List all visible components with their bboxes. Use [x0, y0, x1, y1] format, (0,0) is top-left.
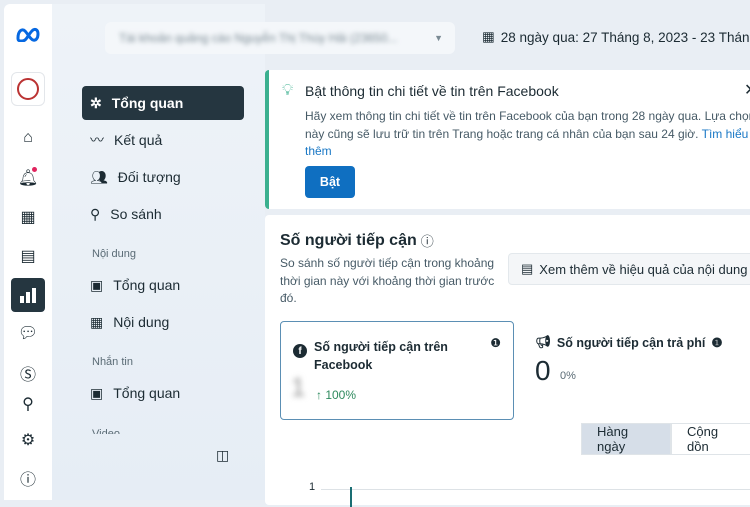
reach-card: Số người tiếp cận ⓘ So sánh số người tiếp…: [265, 215, 750, 507]
section-title: Nội dung: [92, 248, 137, 260]
calendar-icon: ▦: [482, 29, 495, 44]
table-icon[interactable]: ▦: [14, 203, 42, 231]
insights-chart-icon[interactable]: [11, 278, 45, 312]
paid-reach-metric: 📢︎ Số người tiếp cận trả phí ❶: [535, 335, 723, 350]
notifications-bell-icon[interactable]: 🔔︎: [14, 164, 42, 192]
content-overview-icon: ▣: [90, 276, 104, 293]
nav-label: Đối tượng: [117, 169, 181, 185]
nav-item-overview[interactable]: ✲ Tổng quan: [82, 86, 244, 120]
nav-item-content[interactable]: ▦ Nội dung: [82, 305, 244, 339]
content-icon[interactable]: ▤: [14, 242, 42, 270]
info-icon[interactable]: ⓘ: [421, 231, 434, 250]
enable-button[interactable]: Bật: [305, 166, 355, 198]
results-icon: 〰: [90, 132, 104, 148]
messages-icon[interactable]: 💬︎: [14, 319, 42, 347]
settings-gear-icon[interactable]: ⚙: [14, 426, 42, 454]
compare-icon: ⚲: [90, 205, 101, 222]
gridline: [321, 489, 750, 490]
banner-text: Hãy xem thông tin chi tiết về tin trên F…: [305, 109, 750, 141]
section-title: Video: [92, 428, 120, 434]
daily-toggle[interactable]: Hàng ngày: [581, 423, 671, 455]
nav-item-audience[interactable]: 👥︎ Đối tượng: [82, 160, 244, 194]
metric-label: Số người tiếp cận trả phí: [556, 335, 706, 350]
help-icon[interactable]: ⓘ: [14, 464, 42, 492]
close-icon[interactable]: ✕: [744, 80, 750, 100]
lightbulb-icon: 💡︎: [282, 82, 294, 99]
banner-body: Hãy xem thông tin chi tiết về tin trên F…: [305, 108, 750, 161]
banner-title: Bật thông tin chi tiết về tin trên Faceb…: [305, 83, 559, 99]
stories-insights-banner: 💡︎ Bật thông tin chi tiết về tin trên Fa…: [265, 70, 750, 209]
nav-label: Nội dung: [113, 314, 170, 330]
nav-label: Kết quả: [114, 132, 163, 148]
nav-label: Tổng quan: [111, 95, 184, 111]
paid-metric-value: 0: [535, 355, 551, 386]
collapse-sidebar-icon[interactable]: ◫: [216, 447, 229, 464]
billing-dollar-icon[interactable]: Ⓢ: [14, 359, 42, 387]
search-icon[interactable]: ⚲: [14, 390, 42, 418]
cumulative-toggle[interactable]: Cộng dồn: [671, 423, 750, 455]
home-icon[interactable]: ⌂: [14, 124, 42, 152]
meta-logo-icon[interactable]: [14, 20, 42, 48]
paid-metric-change: 0%: [560, 370, 576, 382]
nav-item-messaging-overview[interactable]: ▣ Tổng quan: [82, 376, 244, 410]
metric-change: ↑ 100%: [316, 388, 357, 402]
reach-title: Số người tiếp cận ⓘ: [280, 231, 434, 250]
nav-item-content-overview[interactable]: ▣ Tổng quan: [82, 268, 244, 302]
sidebar-nav: ✲ Tổng quan 〰 Kết quả 👥︎ Đối tượng ⚲ So sánh…: [52, 4, 265, 500]
section-title: Nhắn tin: [92, 356, 133, 368]
nav-item-results[interactable]: 〰 Kết quả: [82, 123, 244, 157]
nav-label: Tổng quan: [113, 277, 181, 293]
facebook-reach-metric[interactable]: f Số người tiếp cận trên Facebook ❶ 1 ↑ …: [280, 321, 514, 420]
book-icon: ▤: [521, 261, 534, 276]
account-name: Tài khoản quảng cáo Nguyễn Thị Thùy Hải …: [119, 31, 398, 45]
y-axis-tick: 1: [309, 481, 316, 493]
reach-title-text: Số người tiếp cận: [280, 231, 417, 249]
top-bar: Tài khoản quảng cáo Nguyễn Thị Thùy Hải …: [105, 4, 750, 66]
nav-label: So sánh: [110, 206, 162, 222]
reach-line: [350, 487, 352, 507]
info-icon[interactable]: ❶: [711, 335, 722, 350]
left-rail: ⌂ 🔔︎ ▦ ▤ 💬︎ Ⓢ ⚲ ⚙ ⓘ: [4, 4, 52, 500]
info-icon[interactable]: ❶: [490, 336, 501, 350]
reach-description: So sánh số người tiếp cận trong khoảng t…: [280, 256, 495, 305]
date-range-label: 28 ngày qua: 27 Tháng 8, 2023 - 23 Tháng: [500, 29, 750, 45]
dropdown-caret-icon: ▼: [434, 33, 443, 43]
account-avatar[interactable]: [11, 72, 45, 106]
date-range-picker[interactable]: ▦ 28 ngày qua: 27 Tháng 8, 2023 - 23 Thán…: [482, 29, 750, 45]
nav-item-compare[interactable]: ⚲ So sánh: [82, 197, 244, 231]
button-label: Xem thêm về hiệu quả của nội dung: [539, 261, 748, 277]
table-icon: ▦: [90, 313, 104, 330]
metric-value: 1: [291, 372, 306, 402]
messaging-overview-icon: ▣: [90, 384, 104, 401]
megaphone-icon: 📢︎: [535, 335, 551, 349]
account-selector[interactable]: Tài khoản quảng cáo Nguyễn Thị Thùy Hải …: [105, 22, 455, 54]
nav-label: Tổng quan: [113, 385, 181, 401]
overview-icon: ✲: [90, 94, 102, 111]
see-more-content-button[interactable]: ▤ Xem thêm về hiệu quả của nội dung: [508, 253, 750, 285]
metric-label: Số người tiếp cận trên Facebook: [314, 340, 448, 372]
facebook-icon: f: [293, 344, 307, 358]
view-toggle: Hàng ngày Cộng dồn: [581, 423, 750, 455]
audience-icon: 👥︎: [90, 168, 108, 185]
